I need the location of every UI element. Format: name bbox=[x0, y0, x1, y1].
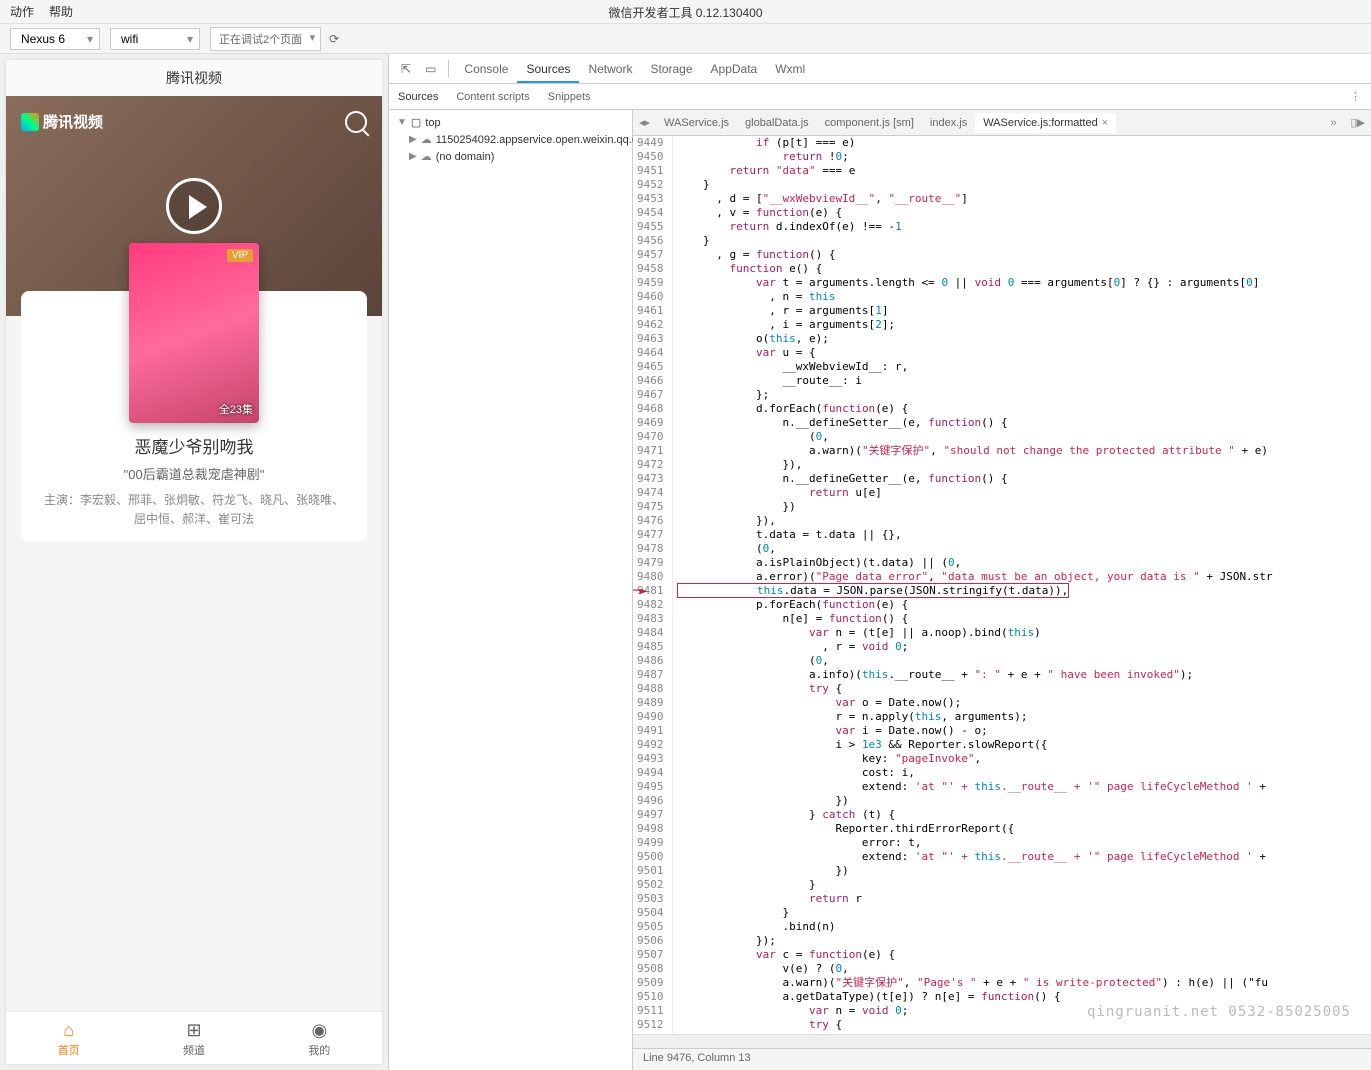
watermark: qingruanit.net 0532-85025005 bbox=[1087, 1004, 1351, 1020]
play-icon[interactable] bbox=[166, 178, 222, 234]
tabs-more-icon[interactable]: » bbox=[1322, 117, 1344, 129]
show-card[interactable]: VIP 全23集 恶魔少爷别吻我 "00后霸道总裁宠虐神剧" 主演：李宏毅、邢菲… bbox=[21, 291, 367, 541]
file-tab[interactable]: component.js [sm] bbox=[817, 113, 922, 133]
file-tab[interactable]: globalData.js bbox=[737, 113, 817, 133]
debug-status[interactable]: 正在调试2个页面 bbox=[210, 27, 321, 51]
person-icon: ◉ bbox=[257, 1020, 382, 1041]
tree-top[interactable]: ▼▢top bbox=[389, 114, 632, 131]
status-bar: Line 9476, Column 13 bbox=[633, 1048, 1371, 1070]
devtools-tab-appdata[interactable]: AppData bbox=[702, 57, 767, 81]
menu-help[interactable]: 帮助 bbox=[49, 3, 73, 20]
more-icon[interactable]: ⋮ bbox=[1340, 90, 1371, 103]
file-tab[interactable]: index.js bbox=[922, 113, 975, 133]
h-scrollbar[interactable] bbox=[633, 1034, 1371, 1048]
src-tab-content-scripts[interactable]: Content scripts bbox=[447, 87, 538, 107]
file-tab[interactable]: WAService.js:formatted× bbox=[975, 113, 1116, 133]
vip-badge: VIP bbox=[227, 249, 253, 262]
phone-titlebar: 腾讯视频 bbox=[6, 60, 382, 96]
phone-preview: 腾讯视频 腾讯视频 VIP 全23集 恶魔少爷别吻我 "00后霸道总裁宠虐神剧"… bbox=[6, 60, 382, 1064]
home-icon: ⌂ bbox=[6, 1020, 131, 1041]
episode-badge: 全23集 bbox=[219, 401, 253, 417]
device-icon[interactable]: ▭ bbox=[419, 58, 442, 80]
close-icon[interactable]: × bbox=[1102, 117, 1108, 129]
refresh-icon[interactable]: ⟳ bbox=[329, 32, 339, 46]
pause-icon[interactable]: ▯▶ bbox=[1344, 116, 1371, 129]
window-title: 微信开发者工具 0.12.130400 bbox=[608, 4, 762, 21]
tab-mine[interactable]: ◉我的 bbox=[257, 1012, 382, 1064]
devtools-tab-wxml[interactable]: Wxml bbox=[766, 57, 814, 81]
file-tab[interactable]: WAService.js bbox=[656, 113, 737, 133]
show-cast: 主演：李宏毅、邢菲、张炯敏、符龙飞、晓凡、张晓唯、屈中恒、郝洋、崔可法 bbox=[33, 491, 355, 529]
src-tab-snippets[interactable]: Snippets bbox=[539, 87, 600, 107]
devtools-tab-console[interactable]: Console bbox=[455, 57, 517, 81]
menu-action[interactable]: 动作 bbox=[10, 3, 34, 20]
code-editor[interactable]: 9449945094519452945394549455945694579458… bbox=[633, 136, 1371, 1034]
tree-domain-1[interactable]: ▶☁1150254092.appservice.open.weixin.qq.c… bbox=[389, 131, 632, 148]
devtools-tab-storage[interactable]: Storage bbox=[641, 57, 701, 81]
show-subtitle: "00后霸道总裁宠虐神剧" bbox=[33, 464, 355, 483]
devtools-tab-sources[interactable]: Sources bbox=[517, 57, 579, 83]
src-tab-sources[interactable]: Sources bbox=[389, 87, 447, 107]
search-icon[interactable] bbox=[345, 111, 367, 133]
devtools-tab-network[interactable]: Network bbox=[579, 57, 641, 81]
poster-image[interactable]: VIP 全23集 bbox=[129, 243, 259, 423]
file-tree: ▼▢top ▶☁1150254092.appservice.open.weixi… bbox=[389, 110, 633, 1070]
tree-domain-2[interactable]: ▶☁(no domain) bbox=[389, 148, 632, 165]
grid-icon: ⊞ bbox=[131, 1020, 256, 1041]
brand-logo: 腾讯视频 bbox=[21, 111, 103, 132]
device-select[interactable]: Nexus 6 bbox=[10, 28, 100, 50]
nav-back-icon[interactable]: ◂▸ bbox=[633, 116, 656, 129]
network-select[interactable]: wifi bbox=[110, 28, 200, 50]
tabbar: ⌂首页 ⊞频道 ◉我的 bbox=[6, 1011, 382, 1064]
inspect-icon[interactable]: ⇱ bbox=[395, 58, 417, 80]
tab-channel[interactable]: ⊞频道 bbox=[131, 1012, 256, 1064]
tab-home[interactable]: ⌂首页 bbox=[6, 1012, 131, 1064]
show-title: 恶魔少爷别吻我 bbox=[33, 433, 355, 458]
